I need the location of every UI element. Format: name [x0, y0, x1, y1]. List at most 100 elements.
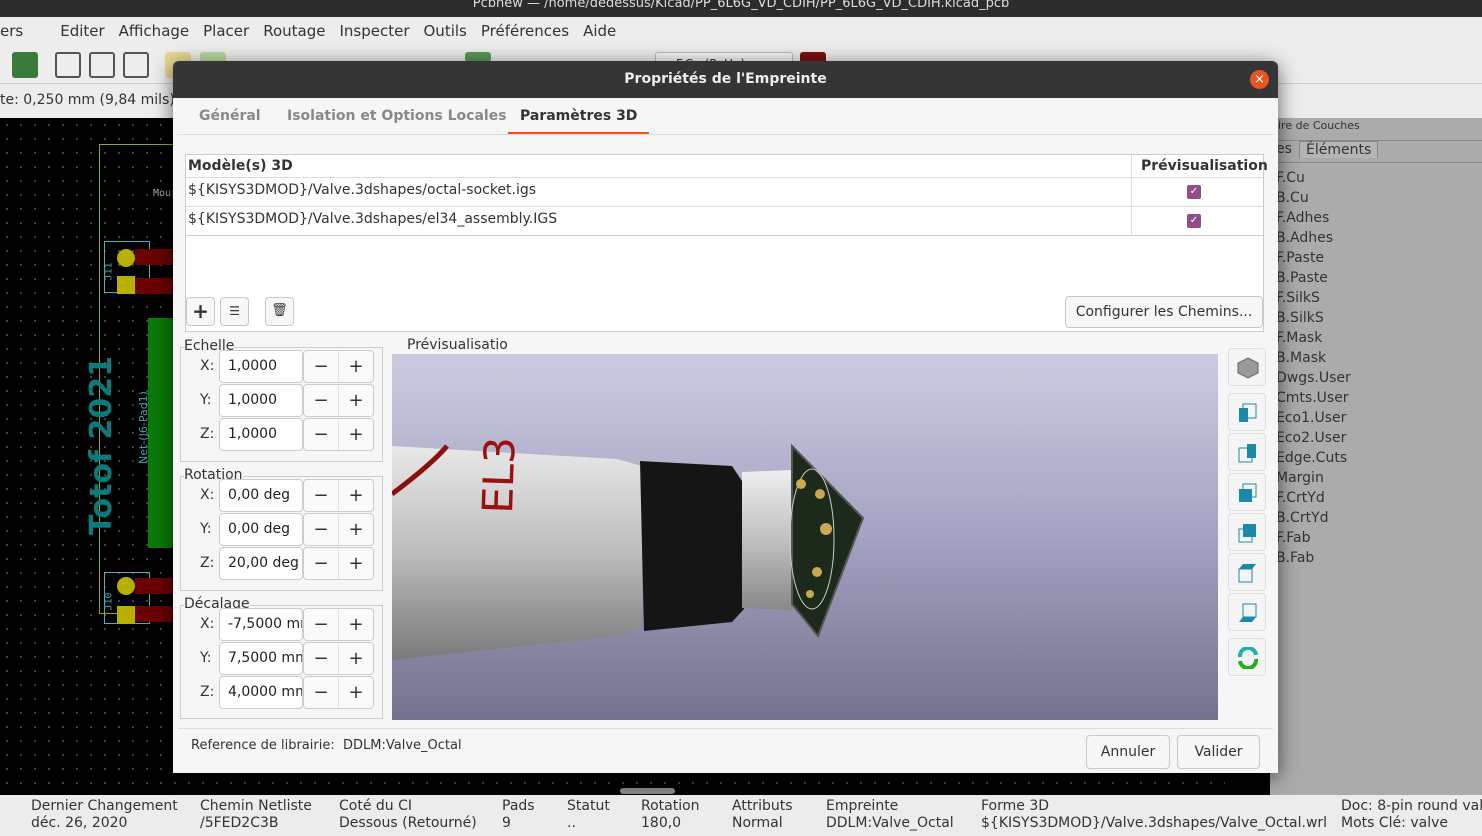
- layer-item[interactable]: F.Mask: [1276, 328, 1351, 348]
- ok-button[interactable]: Valider: [1177, 735, 1260, 769]
- view-3d-iso-icon[interactable]: [1228, 348, 1266, 386]
- net-label: Net-(J6-Pad1): [136, 391, 150, 464]
- print-icon[interactable]: [89, 52, 115, 78]
- view-top-icon[interactable]: [1228, 553, 1266, 591]
- tab-3d-settings[interactable]: Paramètres 3D: [508, 108, 650, 135]
- reload-icon[interactable]: [1228, 638, 1266, 676]
- increment-button[interactable]: +: [339, 677, 373, 708]
- increment-button[interactable]: +: [339, 514, 373, 545]
- decrement-button[interactable]: −: [304, 643, 339, 674]
- page-settings-icon[interactable]: [55, 52, 81, 78]
- rotation-y-label: Y:: [200, 521, 212, 537]
- layer-item[interactable]: F.Paste: [1276, 248, 1351, 268]
- view-front-icon[interactable]: [1228, 473, 1266, 511]
- decrement-button[interactable]: −: [304, 548, 339, 579]
- board-setup-icon[interactable]: [12, 52, 38, 78]
- layer-item[interactable]: F.Adhes: [1276, 208, 1351, 228]
- delete-model-icon[interactable]: 🗑: [265, 297, 294, 326]
- increment-button[interactable]: +: [339, 385, 373, 416]
- horizontal-scrollbar[interactable]: [620, 788, 675, 794]
- layer-item[interactable]: F.SilkS: [1276, 288, 1351, 308]
- rotation-z-stepper: − +: [303, 547, 374, 580]
- layer-item[interactable]: F.CrtYd: [1276, 488, 1351, 508]
- status-field: Rotation 180,0: [641, 798, 700, 832]
- layer-item[interactable]: B.Adhes: [1276, 228, 1351, 248]
- table-row[interactable]: ${KISYS3DMOD}/Valve.3dshapes/el34_assemb…: [186, 207, 1263, 236]
- decrement-button[interactable]: −: [304, 480, 339, 511]
- menu-edit[interactable]: Editer: [60, 22, 104, 40]
- browse-model-icon[interactable]: ☰: [220, 297, 249, 326]
- layer-item[interactable]: F.Cu: [1276, 168, 1351, 188]
- decrement-button[interactable]: −: [304, 419, 339, 450]
- layer-item[interactable]: Dwgs.User: [1276, 368, 1351, 388]
- tab-general[interactable]: Général: [199, 108, 261, 124]
- layer-item[interactable]: B.SilkS: [1276, 308, 1351, 328]
- decrement-button[interactable]: −: [304, 385, 339, 416]
- increment-button[interactable]: +: [339, 548, 373, 579]
- table-row[interactable]: ${KISYS3DMOD}/Valve.3dshapes/octal-socke…: [186, 178, 1263, 207]
- decrement-button[interactable]: −: [304, 514, 339, 545]
- layer-item[interactable]: Eco2.User: [1276, 428, 1351, 448]
- menu-view[interactable]: Affichage: [119, 22, 189, 40]
- layer-item[interactable]: B.Cu: [1276, 188, 1351, 208]
- menu-place[interactable]: Placer: [203, 22, 249, 40]
- layer-item[interactable]: F.Fab: [1276, 528, 1351, 548]
- tab-items[interactable]: Éléments: [1299, 141, 1379, 158]
- layer-item[interactable]: Edge.Cuts: [1276, 448, 1351, 468]
- view-left-icon[interactable]: [1228, 393, 1266, 431]
- menu-tools[interactable]: Outils: [424, 22, 467, 40]
- model-path[interactable]: ${KISYS3DMOD}/Valve.3dshapes/el34_assemb…: [186, 207, 557, 231]
- scale-z-input[interactable]: 1,0000: [219, 418, 303, 451]
- header-models: Modèle(s) 3D: [188, 158, 293, 174]
- layer-item[interactable]: Margin: [1276, 468, 1351, 488]
- view-bottom-icon[interactable]: [1228, 593, 1266, 631]
- rotation-y-input[interactable]: 0,00 deg: [219, 513, 303, 546]
- layer-list: F.Cu B.Cu F.Adhes B.Adhes F.Paste B.Paste F.Si…: [1276, 168, 1351, 568]
- increment-button[interactable]: +: [339, 419, 373, 450]
- tab-layers[interactable]: es: [1276, 141, 1292, 157]
- scale-y-input[interactable]: 1,0000: [219, 384, 303, 417]
- layer-item[interactable]: B.Mask: [1276, 348, 1351, 368]
- add-model-button[interactable]: +: [186, 297, 215, 326]
- menu-preferences[interactable]: Préférences: [481, 22, 569, 40]
- increment-button[interactable]: +: [339, 480, 373, 511]
- offset-z-input[interactable]: 4,0000 mm: [219, 676, 303, 709]
- menu-route[interactable]: Routage: [263, 22, 325, 40]
- 3d-preview-canvas[interactable]: EL3: [390, 354, 1218, 720]
- layer-item[interactable]: B.CrtYd: [1276, 508, 1351, 528]
- preview-checkbox[interactable]: ✓: [1187, 185, 1201, 199]
- panel-title: ire de Couches: [1278, 119, 1360, 132]
- view-back-icon[interactable]: [1228, 513, 1266, 551]
- pad: [117, 577, 135, 595]
- layer-item[interactable]: Eco1.User: [1276, 408, 1351, 428]
- increment-button[interactable]: +: [339, 609, 373, 640]
- view-right-icon[interactable]: [1228, 433, 1266, 471]
- increment-button[interactable]: +: [339, 643, 373, 674]
- plot-icon[interactable]: [123, 52, 149, 78]
- layer-item[interactable]: Cmts.User: [1276, 388, 1351, 408]
- preview-checkbox[interactable]: ✓: [1187, 214, 1201, 228]
- menu-file[interactable]: ers: [0, 22, 23, 40]
- cancel-button[interactable]: Annuler: [1086, 735, 1170, 769]
- decrement-button[interactable]: −: [304, 677, 339, 708]
- menu-help[interactable]: Aide: [583, 22, 616, 40]
- layers-manager-panel: ire de Couches es Éléments F.Cu B.Cu F.Adh…: [1270, 118, 1482, 798]
- model-path[interactable]: ${KISYS3DMOD}/Valve.3dshapes/octal-socke…: [186, 178, 536, 202]
- offset-x-input[interactable]: -7,5000 mm: [219, 608, 303, 641]
- increment-button[interactable]: +: [339, 351, 373, 382]
- decrement-button[interactable]: −: [304, 351, 339, 382]
- tab-clearance[interactable]: Isolation et Options Locales: [287, 108, 507, 124]
- close-button[interactable]: ×: [1250, 70, 1269, 89]
- configure-paths-button[interactable]: Configurer les Chemins...: [1065, 296, 1263, 328]
- decrement-button[interactable]: −: [304, 609, 339, 640]
- rotation-x-stepper: − +: [303, 479, 374, 512]
- preview-label: Prévisualisatio: [407, 337, 508, 353]
- offset-y-input[interactable]: 7,5000 mm: [219, 642, 303, 675]
- layer-item[interactable]: B.Paste: [1276, 268, 1351, 288]
- rotation-x-input[interactable]: 0,00 deg: [219, 479, 303, 512]
- rotation-z-input[interactable]: 20,00 deg: [219, 547, 303, 580]
- ref-j11: J11: [103, 262, 115, 281]
- menu-inspect[interactable]: Inspecter: [339, 22, 409, 40]
- scale-x-input[interactable]: 1,0000: [219, 350, 303, 383]
- layer-item[interactable]: B.Fab: [1276, 548, 1351, 568]
